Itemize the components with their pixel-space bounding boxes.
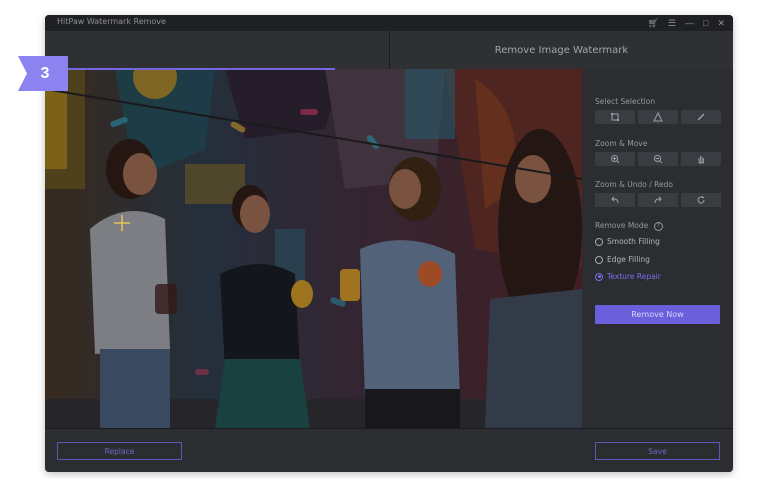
zoom-in-icon — [611, 155, 620, 164]
page-title: Remove Image Watermark — [494, 44, 629, 56]
remove-now-button[interactable]: Remove Now — [595, 305, 720, 324]
undo-icon — [611, 196, 619, 204]
radio-texture-repair[interactable] — [595, 272, 603, 281]
polygon-select-button[interactable] — [638, 110, 678, 124]
step-badge: 3 — [18, 56, 68, 91]
edge-filling-option[interactable]: Edge Filling — [595, 255, 650, 264]
cart-icon[interactable]: 🛒︎ — [648, 15, 659, 31]
help-icon[interactable]: ? — [653, 221, 663, 231]
replace-button[interactable]: Replace — [57, 442, 182, 460]
redo-button[interactable] — [638, 193, 678, 207]
zoom-move-label: Zoom & Move — [595, 139, 648, 148]
reset-button[interactable] — [681, 193, 721, 207]
brush-select-button[interactable] — [681, 110, 721, 124]
photo-preview — [45, 69, 582, 428]
footer-bar: Replace Save — [45, 428, 733, 472]
reset-icon — [697, 196, 705, 204]
zoom-undo-redo-label: Zoom & Undo / Redo — [595, 180, 673, 189]
title-bar: HitPaw Watermark Remove 🛒︎ ☰ — □ ✕ — [45, 15, 733, 31]
minimize-icon[interactable]: — — [685, 15, 694, 31]
radio-edge-filling[interactable] — [595, 255, 603, 264]
app-window: HitPaw Watermark Remove 🛒︎ ☰ — □ ✕ Remov… — [45, 15, 733, 472]
rectangle-select-button[interactable] — [595, 110, 635, 124]
redo-icon — [654, 196, 662, 204]
image-canvas[interactable] — [45, 69, 582, 428]
zoom-move-tools — [595, 152, 721, 166]
progress-line — [45, 68, 335, 70]
undo-redo-tools — [595, 193, 721, 207]
texture-repair-option[interactable]: Texture Repair — [595, 272, 661, 281]
hand-icon — [698, 156, 704, 164]
zoom-out-icon — [654, 155, 663, 164]
remove-mode-label: Remove Mode ? — [595, 221, 663, 231]
smooth-filling-option[interactable]: Smooth Filling — [595, 237, 660, 246]
polygon-icon — [653, 112, 663, 122]
close-icon[interactable]: ✕ — [717, 15, 725, 31]
zoom-out-button[interactable] — [638, 152, 678, 166]
save-button[interactable]: Save — [595, 442, 720, 460]
zoom-in-button[interactable] — [595, 152, 635, 166]
menu-icon[interactable]: ☰ — [668, 15, 676, 31]
window-controls: 🛒︎ ☰ — □ ✕ — [648, 15, 726, 31]
app-title: HitPaw Watermark Remove — [57, 17, 166, 26]
maximize-icon[interactable]: □ — [703, 15, 708, 31]
tool-panel: Select Selection Zoom & Move Zoom & Undo… — [582, 69, 733, 428]
brush-icon — [697, 113, 705, 121]
select-selection-tools — [595, 110, 721, 124]
hand-button[interactable] — [681, 152, 721, 166]
select-selection-label: Select Selection — [595, 97, 656, 106]
radio-smooth-filling[interactable] — [595, 237, 603, 246]
rectangle-icon — [611, 113, 619, 121]
undo-button[interactable] — [595, 193, 635, 207]
